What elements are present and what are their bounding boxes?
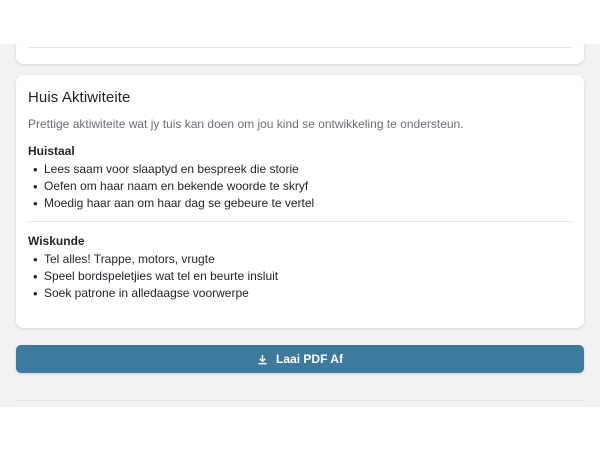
section-divider <box>28 221 572 222</box>
download-button-label: Laai PDF Af <box>276 352 343 366</box>
previous-card <box>16 44 584 64</box>
activity-list-huistaal: Lees saam voor slaaptyd en bespreek die … <box>28 161 572 212</box>
list-item: Speel bordspeletjies wat tel en beurte i… <box>30 268 572 285</box>
card-divider <box>28 47 572 48</box>
card-title: Huis Aktiwiteite <box>28 89 131 106</box>
bottom-divider <box>16 400 584 401</box>
activity-list-wiskunde: Tel alles! Trappe, motors, vrugte Speel … <box>28 251 572 302</box>
list-item: Lees saam voor slaaptyd en bespreek die … <box>30 161 572 178</box>
card-description: Prettige aktiwiteite wat jy tuis kan doe… <box>28 117 464 131</box>
page-viewport: Huis Aktiwiteite Prettige aktiwiteite wa… <box>0 44 600 407</box>
section-title-wiskunde: Wiskunde <box>28 234 85 248</box>
list-item: Tel alles! Trappe, motors, vrugte <box>30 251 572 268</box>
home-activities-card: Huis Aktiwiteite Prettige aktiwiteite wa… <box>16 75 584 328</box>
download-pdf-button[interactable]: Laai PDF Af <box>16 345 584 373</box>
list-item: Oefen om haar naam en bekende woorde te … <box>30 178 572 195</box>
list-item: Soek patrone in alledaagse voorwerpe <box>30 285 572 302</box>
list-item: Moedig haar aan om haar dag se gebeure t… <box>30 195 572 212</box>
section-title-huistaal: Huistaal <box>28 144 75 158</box>
download-icon <box>257 354 268 365</box>
